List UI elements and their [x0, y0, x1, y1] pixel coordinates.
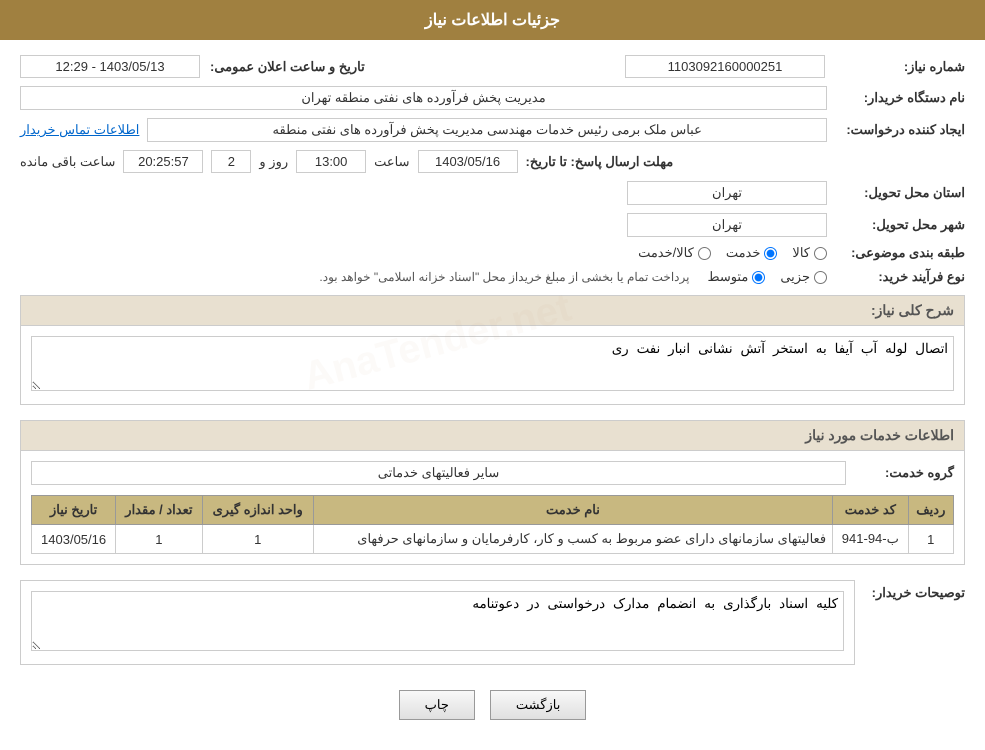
services-section-header: اطلاعات خدمات مورد نیاز [21, 421, 964, 451]
purchase-type-motevaset[interactable]: متوسط [707, 269, 765, 285]
need-number-label: شماره نیاز: [835, 59, 965, 75]
deadline-date: 1403/05/16 [418, 150, 518, 173]
deadline-days: 2 [211, 150, 251, 173]
back-button[interactable]: بازگشت [490, 690, 586, 720]
buyer-org-value: مدیریت پخش فرآورده های نفتی منطقه تهران [20, 86, 827, 110]
deadline-remaining-label: ساعت باقی مانده [20, 154, 115, 170]
buyer-notes-label: توصیحات خریدار: [865, 580, 965, 601]
deadline-time: 13:00 [296, 150, 366, 173]
creator-value: عباس ملک برمی رئیس خدمات مهندسی مدیریت پ… [147, 118, 827, 142]
purchase-jozii-label: جزیی [780, 269, 810, 285]
creator-label: ایجاد کننده درخواست: [835, 122, 965, 138]
need-description-section-header: شرح کلی نیاز: [21, 296, 964, 326]
province-label: استان محل تحویل: [835, 185, 965, 201]
cell-service-code: ب-94-941 [833, 525, 909, 554]
cell-quantity: 1 [116, 525, 202, 554]
service-group-value: سایر فعالیتهای خدماتی [31, 461, 846, 485]
cell-service-name: فعالیتهای سازمانهای دارای عضو مربوط به ک… [313, 525, 832, 554]
category-option-kala-khedmat[interactable]: کالا/خدمت [638, 245, 711, 261]
deadline-days-label: روز و [259, 154, 288, 170]
page-title: جزئیات اطلاعات نیاز [425, 12, 560, 29]
purchase-motevaset-label: متوسط [707, 269, 748, 285]
deadline-remaining: 20:25:57 [123, 150, 203, 173]
purchase-type-jozii[interactable]: جزیی [780, 269, 827, 285]
page-header: جزئیات اطلاعات نیاز [0, 0, 985, 40]
col-row-num: ردیف [908, 496, 953, 525]
buyer-org-label: نام دستگاه خریدار: [835, 90, 965, 106]
need-description-textarea[interactable]: اتصال لوله آب آيفا به استخر آتش نشانی ان… [31, 336, 954, 391]
category-label: طبقه بندی موضوعی: [835, 245, 965, 261]
cell-date: 1403/05/16 [32, 525, 116, 554]
deadline-label: مهلت ارسال پاسخ: تا تاریخ: [526, 154, 674, 170]
category-option-khedmat[interactable]: خدمت [726, 245, 778, 261]
city-value: تهران [627, 213, 827, 237]
deadline-time-label: ساعت [374, 154, 409, 170]
date-label: تاریخ و ساعت اعلان عمومی: [210, 59, 365, 75]
buyer-notes-textarea[interactable]: کلیه اسناد بارگذاری به انضمام مدارک درخو… [31, 591, 844, 651]
service-group-label: گروه خدمت: [854, 465, 954, 481]
col-unit: واحد اندازه گیری [202, 496, 313, 525]
col-service-name: نام خدمت [313, 496, 832, 525]
col-date: تاریخ نیاز [32, 496, 116, 525]
need-number-value: 1103092160000251 [625, 55, 825, 78]
purchase-note: پرداخت تمام یا بخشی از مبلغ خریداز محل "… [319, 270, 689, 284]
province-value: تهران [627, 181, 827, 205]
cell-row-num: 1 [908, 525, 953, 554]
services-table: ردیف کد خدمت نام خدمت واحد اندازه گیری ت… [31, 495, 954, 554]
city-label: شهر محل تحویل: [835, 217, 965, 233]
print-button[interactable]: چاپ [399, 690, 475, 720]
col-service-code: کد خدمت [833, 496, 909, 525]
cell-unit: 1 [202, 525, 313, 554]
date-value: 1403/05/13 - 12:29 [20, 55, 200, 78]
contact-link[interactable]: اطلاعات تماس خریدار [20, 122, 139, 138]
col-quantity: تعداد / مقدار [116, 496, 202, 525]
category-kala-label: کالا [792, 245, 810, 261]
category-option-kala[interactable]: کالا [792, 245, 827, 261]
button-row: بازگشت چاپ [20, 675, 965, 735]
purchase-type-label: نوع فرآیند خرید: [835, 269, 965, 285]
table-row: 1 ب-94-941 فعالیتهای سازمانهای دارای عضو… [32, 525, 954, 554]
category-kala-khedmat-label: کالا/خدمت [638, 245, 694, 261]
category-khedmat-label: خدمت [726, 245, 761, 261]
